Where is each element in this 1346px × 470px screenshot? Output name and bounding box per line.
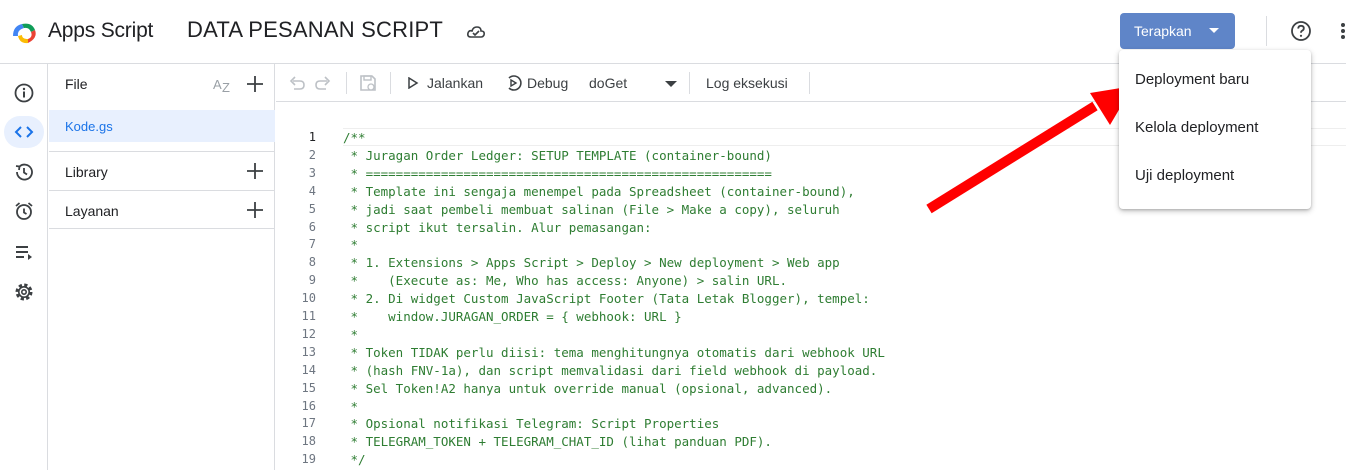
code-line[interactable]: * 2. Di widget Custom JavaScript Footer … <box>343 291 870 306</box>
line-number: 6 <box>308 219 316 234</box>
svg-text:A: A <box>213 77 222 92</box>
code-line[interactable]: * Token TIDAK perlu diisi: tema menghitu… <box>343 345 885 360</box>
executions-icon <box>16 246 32 260</box>
library-label: Library <box>65 164 108 180</box>
apps-script-logo <box>13 23 36 44</box>
toolbar-divider <box>809 72 810 94</box>
deploy-button[interactable]: Terapkan <box>1120 13 1235 49</box>
files-title: File <box>65 76 88 92</box>
menu-item-label: Kelola deployment <box>1135 119 1259 136</box>
menu-item-label: Uji deployment <box>1135 167 1235 184</box>
sort-az-icon[interactable]: A Z <box>212 74 234 94</box>
left-nav-rail <box>0 64 48 470</box>
menu-item-label: Deployment baru <box>1135 71 1250 88</box>
line-number: 1 <box>308 130 316 144</box>
triggers-nav[interactable] <box>4 195 44 227</box>
services-label: Layanan <box>65 203 119 219</box>
code-line[interactable]: * <box>343 237 359 252</box>
help-icon[interactable] <box>1290 20 1312 42</box>
add-file-icon[interactable] <box>246 75 264 93</box>
services-section[interactable]: Layanan <box>49 190 275 229</box>
execution-log-button[interactable]: Log eksekusi <box>706 75 788 91</box>
alarm-icon <box>15 202 33 220</box>
code-line[interactable]: * window.JURAGAN_ORDER = { webhook: URL … <box>343 309 682 324</box>
more-vert-icon[interactable] <box>1336 20 1346 42</box>
debug-button[interactable]: Debug <box>527 75 568 91</box>
line-number: 16 <box>301 398 316 413</box>
triggers-history-nav[interactable] <box>4 156 44 188</box>
svg-text:Z: Z <box>222 80 230 94</box>
deploy-menu: Deployment baru Kelola deployment Uji de… <box>1119 50 1311 209</box>
add-service-icon[interactable] <box>246 201 264 219</box>
project-title[interactable]: DATA PESANAN SCRIPT <box>187 17 443 43</box>
line-number: 14 <box>301 362 316 377</box>
settings-nav[interactable] <box>4 276 44 308</box>
line-number: 2 <box>308 147 316 162</box>
deploy-button-label: Terapkan <box>1134 23 1192 39</box>
executions-nav[interactable] <box>4 236 44 268</box>
history-icon <box>15 163 33 181</box>
code-line[interactable]: * 1. Extensions > Apps Script > Deploy >… <box>343 255 840 270</box>
toolbar-divider <box>689 72 690 94</box>
code-line[interactable]: * <box>343 327 359 342</box>
function-select[interactable]: doGet <box>589 75 627 91</box>
code-line[interactable]: * Template ini sengaja menempel pada Spr… <box>343 184 855 199</box>
toolbar-divider <box>390 72 391 94</box>
cloud-saved-icon[interactable] <box>466 22 486 42</box>
code-line[interactable]: * script ikut tersalin. Alur pemasangan: <box>343 220 652 235</box>
line-number: 15 <box>301 380 316 395</box>
file-item[interactable]: Kode.gs <box>49 110 275 142</box>
line-number: 11 <box>301 309 316 323</box>
line-number: 10 <box>301 291 316 306</box>
divider <box>1266 16 1267 46</box>
file-panel: File A Z Kode.gs Library Layanan <box>49 64 275 470</box>
overview-nav[interactable] <box>4 77 44 109</box>
line-number: 4 <box>308 183 316 198</box>
settings-icon <box>15 283 33 301</box>
code-line[interactable]: * (Execute as: Me, Who has access: Anyon… <box>343 273 788 288</box>
code-line[interactable]: /** <box>343 130 366 145</box>
code-line[interactable]: */ <box>343 452 366 467</box>
debug-icon[interactable] <box>505 74 523 92</box>
line-number: 13 <box>301 344 316 359</box>
line-number: 17 <box>301 416 316 431</box>
line-number: 8 <box>308 255 316 270</box>
toolbar-divider <box>346 72 347 94</box>
line-number: 18 <box>301 434 316 449</box>
line-number: 3 <box>308 165 316 180</box>
library-section[interactable]: Library <box>49 151 275 190</box>
menu-item-test-deployments[interactable]: Uji deployment <box>1119 154 1311 198</box>
line-number: 19 <box>301 452 316 467</box>
menu-item-new-deployment[interactable]: Deployment baru <box>1119 58 1311 102</box>
play-icon[interactable] <box>407 77 419 89</box>
save-icon[interactable] <box>358 73 378 93</box>
line-number: 7 <box>308 237 316 252</box>
code-line[interactable]: * <box>343 399 359 414</box>
add-library-icon[interactable] <box>246 162 264 180</box>
undo-icon[interactable] <box>288 74 306 92</box>
code-line[interactable]: * Juragan Order Ledger: SETUP TEMPLATE (… <box>343 148 772 163</box>
chevron-down-icon <box>1209 28 1219 33</box>
code-line[interactable]: * (hash FNV-1a), dan script memvalidasi … <box>343 363 878 378</box>
code-line[interactable]: * ======================================… <box>343 166 772 181</box>
redo-icon[interactable] <box>314 74 332 92</box>
line-number: 9 <box>308 273 316 288</box>
file-name: Kode.gs <box>65 119 113 134</box>
run-button[interactable]: Jalankan <box>427 75 483 91</box>
code-line[interactable]: * Opsional notifikasi Telegram: Script P… <box>343 416 720 431</box>
menu-item-manage-deployments[interactable]: Kelola deployment <box>1119 106 1311 150</box>
line-number: 12 <box>301 326 316 341</box>
info-icon <box>14 83 34 103</box>
editor-nav[interactable] <box>4 116 44 148</box>
chevron-down-icon[interactable] <box>665 81 677 87</box>
file-panel-header: File A Z <box>49 64 275 104</box>
line-number: 5 <box>308 201 316 216</box>
code-line[interactable]: * Sel Token!A2 hanya untuk override manu… <box>343 381 833 396</box>
app-name: Apps Script <box>48 19 154 42</box>
code-line[interactable]: * jadi saat pembeli membuat salinan (Fil… <box>343 202 840 217</box>
code-icon <box>14 126 34 138</box>
code-line[interactable]: * TELEGRAM_TOKEN + TELEGRAM_CHAT_ID (lih… <box>343 434 772 449</box>
